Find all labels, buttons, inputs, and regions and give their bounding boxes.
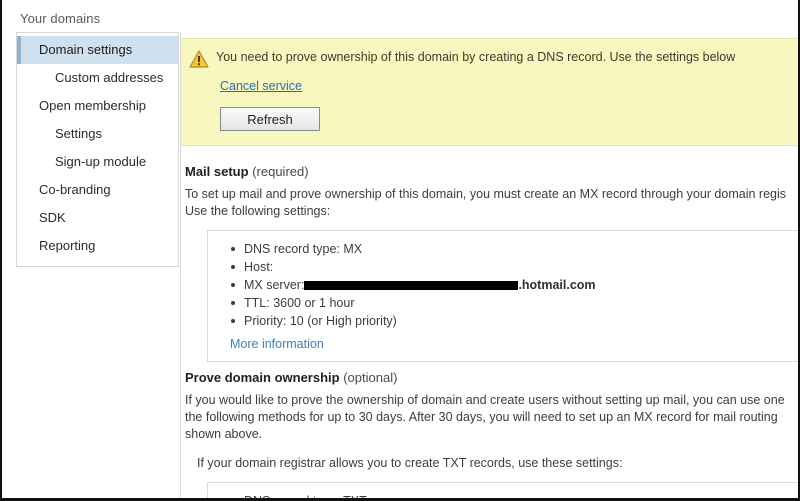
- mail-setup-section: Mail setup (required) To set up mail and…: [183, 164, 798, 362]
- prove-ownership-paragraph-line2: the following methods for up to 30 days.…: [185, 410, 778, 424]
- main-content: You need to prove ownership of this doma…: [180, 32, 798, 501]
- prove-ownership-paragraph: If you would like to prove the ownership…: [185, 392, 798, 443]
- sidebar-item-label: Domain settings: [39, 42, 133, 57]
- sidebar-item-label: Reporting: [39, 238, 96, 253]
- txt-settings-list: DNS record type: TXT Host:: [208, 492, 798, 501]
- setting-value: TXT: [343, 494, 367, 501]
- sidebar-item-custom-addresses[interactable]: Custom addresses: [17, 64, 178, 92]
- page-root: Your domains Domain settings Custom addr…: [2, 0, 798, 501]
- warning-triangle-icon: [189, 50, 209, 68]
- setting-dns-record-type: DNS record type: MX: [230, 240, 798, 258]
- setting-label: TTL:: [244, 296, 270, 310]
- browser-frame: Your domains Domain settings Custom addr…: [0, 0, 800, 501]
- sidebar-item-sdk[interactable]: SDK: [17, 204, 178, 232]
- setting-txt-dns-record-type: DNS record type: TXT: [230, 492, 798, 501]
- setting-value: MX: [343, 242, 363, 256]
- setting-ttl: TTL: 3600 or 1 hour: [230, 294, 798, 312]
- sidebar-item-label: Settings: [55, 126, 102, 141]
- mail-setup-title-text: Mail setup: [185, 164, 249, 179]
- breadcrumb: Your domains: [20, 11, 101, 26]
- setting-value: 3600 or 1 hour: [273, 296, 355, 310]
- mail-setup-title: Mail setup (required): [185, 164, 798, 179]
- setting-value: 10 (or High priority): [289, 314, 397, 328]
- more-information-link[interactable]: More information: [230, 337, 798, 351]
- sidebar-nav: Domain settings Custom addresses Open me…: [16, 32, 179, 267]
- setting-label: Priority:: [244, 314, 287, 328]
- sidebar-item-reporting[interactable]: Reporting: [17, 232, 178, 260]
- sidebar-item-label: SDK: [39, 210, 66, 225]
- mail-setup-paragraph: To set up mail and prove ownership of th…: [185, 186, 798, 220]
- redaction-bar: [304, 280, 519, 290]
- txt-record-intro: If your domain registrar allows you to c…: [197, 456, 623, 470]
- setting-value-suffix: .hotmail.com: [518, 278, 596, 292]
- sidebar-item-label: Co-branding: [39, 182, 111, 197]
- setting-label: MX server:: [244, 278, 305, 292]
- prove-ownership-title-text: Prove domain ownership: [185, 370, 340, 385]
- prove-ownership-paragraph-line1: If you would like to prove the ownership…: [185, 393, 785, 407]
- txt-settings-box: DNS record type: TXT Host:: [207, 482, 798, 501]
- sidebar-item-label: Custom addresses: [55, 70, 164, 85]
- cancel-service-link[interactable]: Cancel service: [220, 79, 302, 93]
- mail-setup-paragraph-line2: Use the following settings:: [185, 204, 331, 218]
- ownership-alert-banner: You need to prove ownership of this doma…: [181, 38, 798, 146]
- mail-setup-settings-list: DNS record type: MX Host: MX server: .hot…: [208, 240, 798, 330]
- mail-setup-title-suffix: (required): [252, 164, 309, 179]
- prove-ownership-title: Prove domain ownership (optional): [185, 370, 798, 385]
- setting-mx-server: MX server: .hotmail.com: [230, 276, 798, 294]
- alert-message-text: You need to prove ownership of this doma…: [216, 50, 736, 64]
- mail-setup-settings-box: DNS record type: MX Host: MX server: .hot…: [207, 230, 798, 362]
- setting-label: DNS record type:: [244, 494, 340, 501]
- sidebar-item-co-branding[interactable]: Co-branding: [17, 176, 178, 204]
- refresh-button[interactable]: Refresh: [220, 107, 320, 131]
- setting-host: Host:: [230, 258, 798, 276]
- alert-message-row: You need to prove ownership of this doma…: [181, 49, 798, 68]
- sidebar-item-label: Sign-up module: [55, 154, 147, 169]
- prove-ownership-section: Prove domain ownership (optional) If you…: [183, 370, 798, 501]
- setting-label: DNS record type:: [244, 242, 340, 256]
- sidebar-item-sign-up-module[interactable]: Sign-up module: [17, 148, 178, 176]
- prove-ownership-paragraph-line3: shown above.: [185, 427, 263, 441]
- sidebar-item-settings[interactable]: Settings: [17, 120, 178, 148]
- sidebar-item-label: Open membership: [39, 98, 146, 113]
- prove-ownership-title-suffix: (optional): [343, 370, 398, 385]
- sidebar-item-domain-settings[interactable]: Domain settings: [17, 36, 178, 64]
- setting-label: Host:: [244, 260, 274, 274]
- mail-setup-paragraph-line1: To set up mail and prove ownership of th…: [185, 187, 787, 201]
- setting-priority: Priority: 10 (or High priority): [230, 312, 798, 330]
- sidebar-item-open-membership[interactable]: Open membership: [17, 92, 178, 120]
